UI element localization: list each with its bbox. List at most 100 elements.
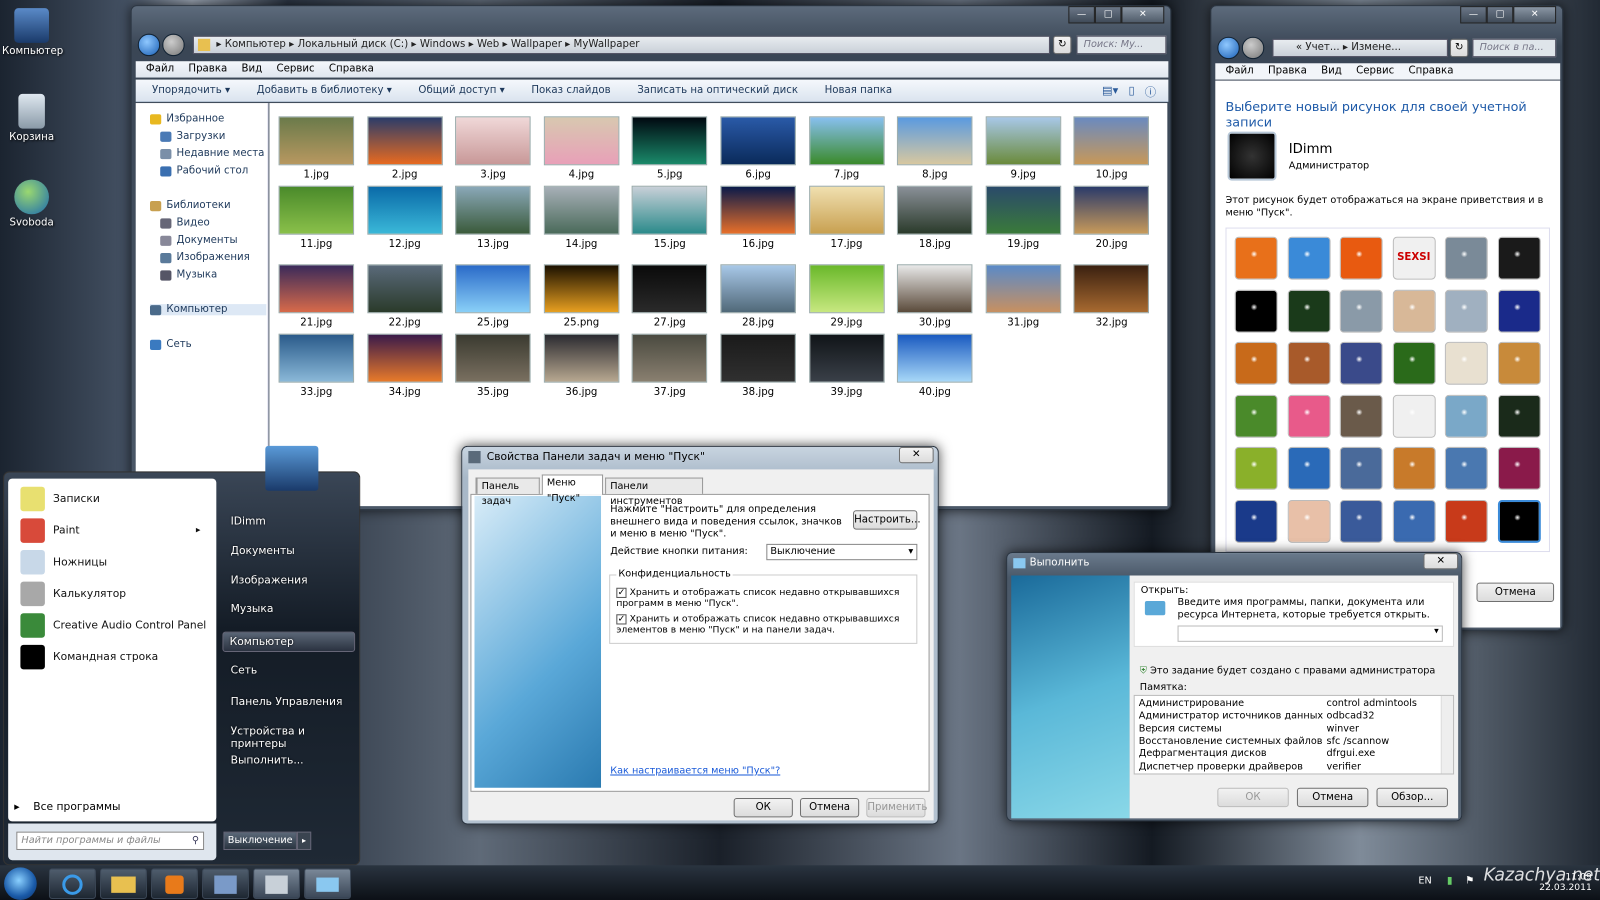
cancel-button[interactable]: Отмена xyxy=(799,797,860,818)
back-button[interactable] xyxy=(1217,36,1240,60)
avatar-option[interactable] xyxy=(1444,394,1488,438)
file-item[interactable]: 15.jpg xyxy=(631,185,709,250)
close-button[interactable]: ✕ xyxy=(1423,553,1459,570)
nav-item[interactable]: Сеть xyxy=(149,339,192,350)
avatar-option[interactable] xyxy=(1444,289,1488,333)
checkbox[interactable]: ✓ xyxy=(616,614,627,625)
program-item[interactable]: Ножницы xyxy=(20,549,107,575)
avatar-option[interactable] xyxy=(1287,499,1331,543)
nav-item[interactable]: Компьютер xyxy=(149,304,267,316)
avatar-option[interactable] xyxy=(1287,289,1331,333)
menu-item[interactable]: Правка xyxy=(1268,63,1307,79)
all-programs[interactable]: ▸ Все программы xyxy=(14,801,120,813)
avatar-option[interactable] xyxy=(1287,394,1331,438)
breadcrumb-item[interactable]: Компьютер xyxy=(225,39,286,50)
ok-button[interactable]: ОК xyxy=(1217,787,1289,808)
file-item[interactable]: 7.jpg xyxy=(808,116,886,181)
avatar-option[interactable] xyxy=(1444,499,1488,543)
program-item[interactable]: Записки xyxy=(20,486,100,512)
cancel-button[interactable]: Отмена xyxy=(1296,787,1369,808)
start-place-item[interactable]: Компьютер xyxy=(222,631,356,653)
program-item[interactable]: Paint ▸ xyxy=(20,518,201,543)
avatar-option[interactable] xyxy=(1497,289,1541,333)
nav-item[interactable]: Изображения xyxy=(160,252,250,263)
toolbar-button[interactable]: Показ слайдов xyxy=(531,80,610,101)
toolbar-button[interactable]: Добавить в библиотеку ▾ xyxy=(257,80,392,101)
file-item[interactable]: 19.jpg xyxy=(984,185,1062,250)
clock[interactable]: 11:09 22.03.2011 xyxy=(1531,872,1592,892)
file-item[interactable]: 25.png xyxy=(543,264,621,329)
file-item[interactable]: 1.jpg xyxy=(278,116,356,181)
file-item[interactable]: 22.jpg xyxy=(366,264,444,329)
toolbar-button[interactable]: Упорядочить ▾ xyxy=(152,80,230,101)
file-item[interactable]: 30.jpg xyxy=(896,264,974,329)
breadcrumb-item[interactable]: Web xyxy=(477,39,499,50)
start-button[interactable] xyxy=(4,867,37,900)
nav-item[interactable]: Библиотеки xyxy=(149,200,231,211)
file-item[interactable]: 17.jpg xyxy=(808,185,886,250)
nav-item[interactable]: Музыка xyxy=(160,269,217,281)
scrollbar[interactable] xyxy=(1440,695,1454,774)
avatar-option[interactable] xyxy=(1234,289,1278,333)
tab[interactable]: Панели инструментов xyxy=(605,477,704,507)
avatar-option[interactable] xyxy=(1444,236,1488,280)
avatar-option[interactable] xyxy=(1497,446,1541,490)
file-item[interactable]: 2.jpg xyxy=(366,116,444,181)
start-place-item[interactable]: Панель Управления xyxy=(231,696,343,708)
file-item[interactable]: 4.jpg xyxy=(543,116,621,181)
desktop-icon-computer[interactable]: Компьютер xyxy=(2,8,63,57)
breadcrumb-item[interactable]: MyWallpaper xyxy=(574,39,640,50)
file-item[interactable]: 21.jpg xyxy=(278,264,356,329)
avatar-option[interactable] xyxy=(1234,394,1278,438)
browse-button[interactable]: Обзор... xyxy=(1376,787,1448,808)
start-place-item[interactable]: Сеть xyxy=(231,664,258,676)
cancel-button[interactable]: Отмена xyxy=(1476,582,1555,603)
avatar-option[interactable] xyxy=(1392,499,1436,543)
file-item[interactable]: 12.jpg xyxy=(366,185,444,250)
avatar-option[interactable] xyxy=(1497,394,1541,438)
avatar-option[interactable] xyxy=(1234,236,1278,280)
tab[interactable]: Панель задач xyxy=(476,477,540,507)
avatar-option[interactable] xyxy=(1392,446,1436,490)
language-indicator[interactable]: EN xyxy=(1418,876,1431,887)
start-place-item[interactable]: Устройства и принтеры xyxy=(231,726,360,750)
breadcrumb-item[interactable]: Wallpaper xyxy=(511,39,562,50)
file-item[interactable]: 29.jpg xyxy=(808,264,886,329)
menu-item[interactable]: Вид xyxy=(242,61,263,77)
file-item[interactable]: 13.jpg xyxy=(454,185,532,250)
avatar-option[interactable] xyxy=(1234,446,1278,490)
file-item[interactable]: 38.jpg xyxy=(719,333,797,398)
checkbox[interactable]: ✓ xyxy=(616,587,627,598)
taskbar-run[interactable] xyxy=(304,868,352,899)
nav-item[interactable]: Избранное xyxy=(149,113,224,124)
taskbar-internet-explorer[interactable] xyxy=(48,868,96,899)
avatar-option[interactable] xyxy=(1339,446,1383,490)
help-link[interactable]: Как настраивается меню "Пуск"? xyxy=(610,765,780,776)
program-item[interactable]: Командная строка xyxy=(20,644,158,670)
refresh-button[interactable]: ↻ xyxy=(1449,38,1469,58)
network-icon[interactable]: ▮ xyxy=(1447,876,1453,887)
file-item[interactable]: 14.jpg xyxy=(543,185,621,250)
ok-button[interactable]: ОК xyxy=(733,797,793,818)
start-place-item[interactable]: Документы xyxy=(231,545,295,557)
avatar-option[interactable] xyxy=(1392,289,1436,333)
desktop-icon-svoboda[interactable]: Svoboda xyxy=(2,179,61,229)
taskbar-explorer[interactable] xyxy=(99,868,147,899)
apply-button[interactable]: Применить xyxy=(866,797,927,818)
file-item[interactable]: 40.jpg xyxy=(896,333,974,398)
help-icon[interactable]: ⓘ xyxy=(1145,84,1156,100)
search-input[interactable]: Поиск в па... xyxy=(1472,38,1557,58)
file-item[interactable]: 20.jpg xyxy=(1073,185,1151,250)
avatar-option[interactable] xyxy=(1339,289,1383,333)
file-item[interactable]: 32.jpg xyxy=(1073,264,1151,329)
menu-item[interactable]: Справка xyxy=(1409,63,1454,79)
file-item[interactable]: 37.jpg xyxy=(631,333,709,398)
close-button[interactable]: ✕ xyxy=(1121,6,1165,24)
avatar-option[interactable] xyxy=(1234,499,1278,543)
file-item[interactable]: 28.jpg xyxy=(719,264,797,329)
start-place-item[interactable]: Музыка xyxy=(231,603,274,615)
avatar-option[interactable] xyxy=(1392,341,1436,385)
maximize-button[interactable]: □ xyxy=(1094,6,1122,24)
taskbar-control-panel[interactable] xyxy=(202,868,249,899)
file-item[interactable]: 34.jpg xyxy=(366,333,444,398)
